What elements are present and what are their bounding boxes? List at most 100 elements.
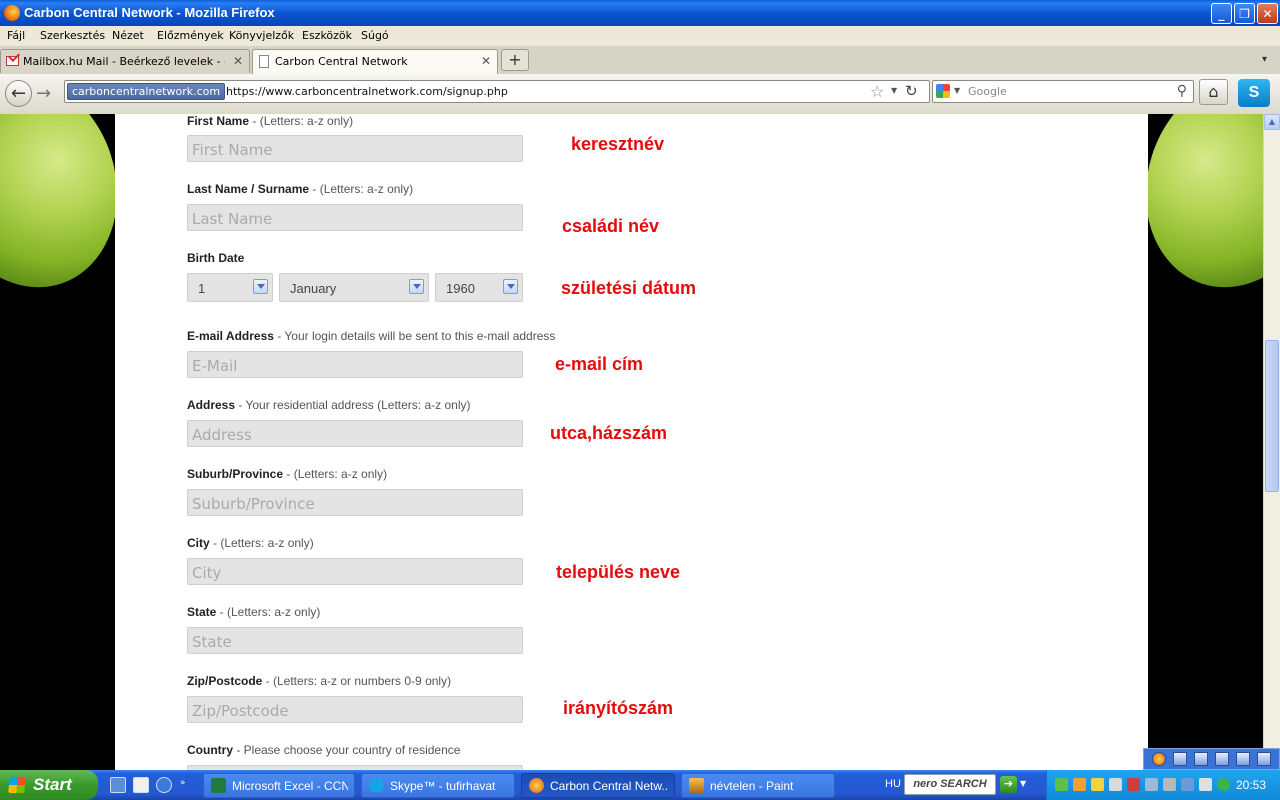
first-name-label: First Name - (Letters: a-z only): [187, 114, 354, 128]
desktop-icon[interactable]: [1215, 752, 1229, 766]
menu-history[interactable]: Előzmények: [157, 29, 224, 42]
url-bar[interactable]: carboncentralnetwork.com https://www.car…: [64, 80, 930, 103]
scroll-up-icon[interactable]: ▲: [1264, 114, 1280, 130]
annotation-zip: irányítószám: [563, 698, 674, 718]
desktop-icon[interactable]: [1257, 752, 1271, 766]
city-input[interactable]: City: [187, 558, 523, 585]
show-desktop-icon[interactable]: [110, 777, 126, 793]
task-excel[interactable]: Microsoft Excel - CCN...: [203, 773, 355, 798]
email-input[interactable]: E-Mail: [187, 351, 523, 378]
page-scrollbar[interactable]: ▲: [1263, 114, 1280, 770]
last-name-input[interactable]: Last Name: [187, 204, 523, 231]
menu-edit[interactable]: Szerkesztés: [40, 29, 105, 42]
birth-year-value: 1960: [446, 281, 475, 296]
task-label: Skype™ - tufirhavat: [390, 779, 496, 793]
chevron-down-icon[interactable]: [253, 279, 268, 294]
taskbar: Start » Microsoft Excel - CCN... Skype™ …: [0, 770, 1280, 800]
first-name-input[interactable]: First Name: [187, 135, 523, 162]
birth-day-value: 1: [198, 281, 206, 296]
nero-dropdown-icon[interactable]: ▼: [1020, 779, 1026, 788]
tab-list-icon[interactable]: ▾: [1262, 54, 1267, 65]
menu-file[interactable]: Fájl: [7, 29, 25, 42]
tray-icon[interactable]: [1163, 778, 1176, 791]
task-firefox[interactable]: Carbon Central Netw...: [521, 773, 675, 798]
zip-label: Zip/Postcode - (Letters: a-z or numbers …: [187, 674, 452, 688]
site-identity-badge[interactable]: carboncentralnetwork.com: [67, 83, 226, 100]
city-label: City - (Letters: a-z only): [187, 536, 314, 550]
firefox-icon[interactable]: [1152, 752, 1166, 766]
nero-search-field[interactable]: nero SEARCH: [904, 774, 996, 795]
task-skype[interactable]: Skype™ - tufirhavat: [361, 773, 515, 798]
annotation-city: település neve: [556, 562, 681, 582]
suburb-input[interactable]: Suburb/Province: [187, 489, 523, 516]
search-input[interactable]: Google: [968, 85, 1007, 98]
gmail-icon: [6, 56, 19, 66]
annotation-email: e-mail cím: [555, 354, 644, 374]
birth-month-select[interactable]: January: [279, 273, 429, 302]
tab-label: Mailbox.hu Mail - Beérkező levelek - ccn…: [23, 55, 225, 68]
annotation-first-name: keresztnév: [571, 134, 665, 154]
menu-bookmarks[interactable]: Könyvjelzők: [229, 29, 294, 42]
new-tab-button[interactable]: +: [501, 49, 529, 71]
clock[interactable]: 20:53: [1236, 778, 1266, 792]
scrollbar-thumb[interactable]: [1265, 340, 1279, 492]
desktop-icon[interactable]: [1236, 752, 1250, 766]
search-engine-dropdown-icon[interactable]: ▼: [954, 86, 960, 95]
desktop-icon[interactable]: [1173, 752, 1187, 766]
tray-icon[interactable]: [1181, 778, 1194, 791]
chevron-down-icon[interactable]: [409, 279, 424, 294]
email-label: E-mail Address - Your login details will…: [187, 329, 556, 343]
close-window-button[interactable]: ✕: [1257, 3, 1278, 24]
start-button[interactable]: Start: [0, 770, 98, 800]
close-tab-icon[interactable]: ✕: [233, 54, 243, 68]
zip-input[interactable]: Zip/Postcode: [187, 696, 523, 723]
menu-view[interactable]: Nézet: [112, 29, 144, 42]
task-label: Carbon Central Netw...: [550, 779, 668, 793]
forward-button[interactable]: →: [36, 83, 51, 104]
home-button[interactable]: ⌂: [1199, 79, 1228, 105]
tray-icon[interactable]: [1055, 778, 1068, 791]
birth-year-select[interactable]: 1960: [435, 273, 523, 302]
bookmark-star-icon[interactable]: ☆: [870, 82, 884, 101]
internet-explorer-icon[interactable]: [156, 777, 172, 793]
excel-icon: [211, 778, 226, 793]
birth-day-select[interactable]: 1: [187, 273, 273, 302]
annotation-birth-date: születési dátum: [561, 278, 697, 298]
url-dropdown-icon[interactable]: ▼: [891, 86, 897, 95]
tray-icon[interactable]: [1073, 778, 1086, 791]
language-indicator[interactable]: HU: [885, 778, 901, 790]
menu-bar: Fájl Szerkesztés Nézet Előzmények Könyvj…: [0, 26, 1280, 46]
notepad-icon[interactable]: [133, 777, 149, 793]
skype-icon[interactable]: S: [1238, 79, 1270, 107]
tray-icon[interactable]: [1217, 778, 1230, 791]
tab-carbon-central[interactable]: Carbon Central Network ✕: [252, 49, 498, 74]
google-icon[interactable]: [936, 84, 950, 98]
menu-help[interactable]: Súgó: [361, 29, 389, 42]
nero-go-button[interactable]: ➔: [1000, 776, 1017, 793]
window-titlebar[interactable]: Carbon Central Network - Mozilla Firefox…: [0, 0, 1280, 26]
reload-icon[interactable]: ↻: [905, 82, 918, 100]
back-button[interactable]: ←: [5, 80, 32, 107]
volume-icon[interactable]: [1109, 778, 1122, 791]
search-icon[interactable]: ⚲: [1177, 83, 1187, 99]
quicklaunch-expand-icon[interactable]: »: [180, 778, 186, 788]
birth-date-label: Birth Date: [187, 251, 245, 265]
shield-icon[interactable]: [1091, 778, 1104, 791]
url-text[interactable]: https://www.carboncentralnetwork.com/sig…: [226, 85, 508, 98]
menu-tools[interactable]: Eszközök: [302, 29, 352, 42]
tray-icon[interactable]: [1127, 778, 1140, 791]
network-icon[interactable]: [1145, 778, 1158, 791]
task-paint[interactable]: névtelen - Paint: [681, 773, 835, 798]
search-bar[interactable]: ▼ Google ⚲: [932, 80, 1194, 103]
close-tab-icon[interactable]: ✕: [481, 54, 491, 68]
minimize-button[interactable]: _: [1211, 3, 1232, 24]
desktop-icon[interactable]: [1194, 752, 1208, 766]
maximize-button[interactable]: ❐: [1234, 3, 1255, 24]
chevron-down-icon[interactable]: [503, 279, 518, 294]
signup-form: First Name - (Letters: a-z only) First N…: [115, 114, 1148, 770]
state-input[interactable]: State: [187, 627, 523, 654]
tray-icon[interactable]: [1199, 778, 1212, 791]
address-input[interactable]: Address: [187, 420, 523, 447]
window-title: Carbon Central Network - Mozilla Firefox: [24, 5, 275, 20]
tab-mailbox[interactable]: Mailbox.hu Mail - Beérkező levelek - ccn…: [0, 49, 250, 73]
